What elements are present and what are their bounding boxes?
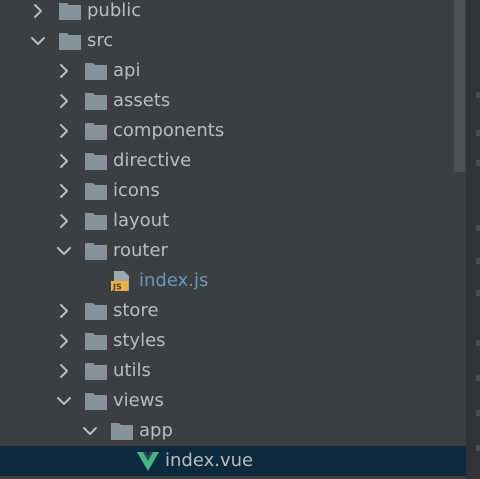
chevron-right-icon[interactable] — [54, 61, 74, 81]
project-tree-panel: public src api assets components directive ico… — [0, 0, 480, 479]
chevron-down-icon[interactable] — [54, 391, 74, 411]
gutter-marker — [476, 130, 480, 136]
tree-item-label: store — [113, 300, 159, 321]
gutter-marker — [476, 445, 480, 451]
js-file-icon: JS — [111, 271, 129, 292]
chevron-down-icon[interactable] — [54, 241, 74, 261]
chevron-right-icon[interactable] — [54, 211, 74, 231]
chevron-right-icon[interactable] — [54, 361, 74, 381]
folder-icon — [111, 423, 133, 440]
chevron-down-icon[interactable] — [80, 421, 100, 441]
tree-item-label: utils — [113, 360, 151, 381]
chevron-right-icon[interactable] — [54, 181, 74, 201]
tree-folder-row[interactable]: directive — [0, 146, 466, 176]
chevron-right-icon[interactable] — [54, 151, 74, 171]
svg-text:JS: JS — [112, 283, 122, 292]
tree-folder-row[interactable]: styles — [0, 326, 466, 356]
tree-folder-row[interactable]: app — [0, 416, 466, 446]
folder-icon — [85, 393, 107, 410]
gutter-marker — [476, 160, 480, 166]
chevron-right-icon[interactable] — [54, 331, 74, 351]
tree-folder-row[interactable]: utils — [0, 356, 466, 386]
tree-file-row[interactable]: index.vue — [0, 446, 466, 476]
tree-folder-row[interactable]: layout — [0, 206, 466, 236]
gutter-marker — [476, 258, 480, 264]
folder-icon — [85, 63, 107, 80]
folder-icon — [85, 333, 107, 350]
tree-scrollbar-thumb[interactable] — [454, 0, 465, 172]
folder-icon — [85, 183, 107, 200]
tree-folder-row[interactable]: views — [0, 386, 466, 416]
gutter-marker — [476, 225, 480, 231]
folder-icon — [85, 123, 107, 140]
tree-item-label: public — [87, 0, 142, 21]
gutter-marker — [476, 92, 480, 98]
gutter-marker — [476, 290, 480, 296]
folder-icon — [85, 213, 107, 230]
chevron-down-icon[interactable] — [28, 31, 48, 51]
tree-item-label: index.vue — [165, 450, 254, 471]
tree-item-label: layout — [113, 210, 170, 231]
tree-item-label: router — [113, 240, 168, 261]
editor-gutter-strip — [466, 0, 480, 479]
tree-item-label: icons — [113, 180, 160, 201]
folder-icon — [59, 33, 81, 50]
tree-folder-row[interactable]: icons — [0, 176, 466, 206]
chevron-right-icon[interactable] — [54, 91, 74, 111]
chevron-right-icon[interactable] — [54, 121, 74, 141]
folder-icon — [85, 243, 107, 260]
folder-icon — [85, 153, 107, 170]
tree-folder-row[interactable]: store — [0, 296, 466, 326]
tree-folder-row[interactable]: api — [0, 56, 466, 86]
tree-folder-row[interactable]: router — [0, 236, 466, 266]
tree-file-row[interactable]: JS index.js — [0, 266, 466, 296]
vue-file-icon — [137, 452, 159, 471]
tree-folder-row[interactable]: src — [0, 26, 466, 56]
folder-icon — [85, 303, 107, 320]
folder-icon — [85, 363, 107, 380]
tree-item-label: assets — [113, 90, 171, 111]
tree-folder-row[interactable]: assets — [0, 86, 466, 116]
tree-item-label: components — [113, 120, 225, 141]
gutter-marker — [476, 410, 480, 416]
tree-item-label: directive — [113, 150, 192, 171]
tree-item-label: src — [87, 30, 114, 51]
tree-folder-row[interactable]: components — [0, 116, 466, 146]
folder-icon — [59, 3, 81, 20]
project-file-tree: public src api assets components directive ico… — [0, 0, 466, 476]
gutter-marker — [476, 375, 480, 381]
tree-item-label: views — [113, 390, 164, 411]
tree-item-label: index.js — [139, 270, 209, 291]
tree-folder-row[interactable]: public — [0, 0, 466, 26]
tree-item-label: app — [139, 420, 173, 441]
folder-icon — [85, 93, 107, 110]
gutter-marker — [476, 340, 480, 346]
tree-item-label: styles — [113, 330, 166, 351]
tree-item-label: api — [113, 60, 141, 81]
chevron-right-icon[interactable] — [54, 301, 74, 321]
chevron-right-icon[interactable] — [28, 1, 48, 21]
